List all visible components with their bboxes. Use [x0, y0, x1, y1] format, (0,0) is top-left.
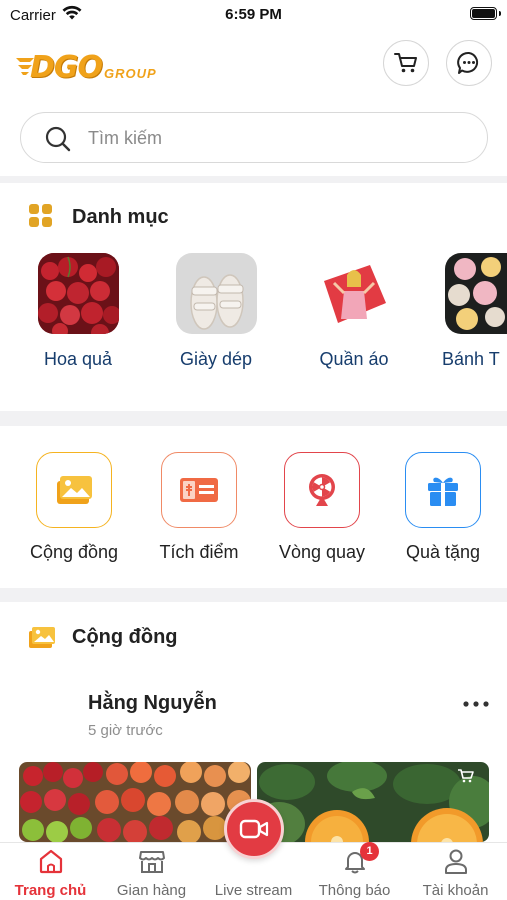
category-label: Quần áo	[319, 349, 389, 369]
notification-badge: 1	[360, 842, 379, 861]
feature-gift[interactable]: Quà tặng	[383, 452, 503, 563]
search-bar[interactable]: Tìm kiếm	[20, 112, 488, 163]
logo-subtext: GROUP	[104, 66, 157, 81]
nav-label: Tài khoản	[422, 882, 489, 899]
shoes-image	[175, 253, 257, 334]
ticket-icon	[180, 478, 218, 502]
search-icon	[45, 126, 71, 152]
cart-icon	[394, 53, 417, 73]
nav-label: Thông báo	[318, 882, 391, 899]
chat-button[interactable]	[446, 40, 492, 86]
video-camera-icon	[239, 819, 269, 839]
gift-button[interactable]	[405, 452, 481, 528]
category-item-clothes[interactable]: Quần áo	[284, 253, 424, 370]
feature-label: Cộng đồng	[29, 542, 119, 562]
category-label: Bánh T	[442, 349, 500, 369]
app-header: DGO GROUP Tìm kiếm	[0, 30, 507, 176]
nav-store[interactable]: Gian hàng	[101, 843, 202, 900]
category-label: Giày dép	[179, 349, 253, 369]
category-item-cake[interactable]: Bánh T	[422, 253, 507, 370]
clock: 6:59 PM	[225, 6, 282, 23]
feature-label: Vòng quay	[278, 542, 366, 562]
store-icon	[139, 851, 165, 873]
category-label: Hoa quả	[43, 349, 113, 369]
lucky-wheel-button[interactable]	[284, 452, 360, 528]
live-stream-button[interactable]	[224, 799, 284, 859]
nav-label: Trang chủ	[14, 882, 87, 899]
community-gallery-icon	[29, 627, 55, 648]
status-bar: Carrier 6:59 PM	[0, 0, 507, 30]
battery-icon	[470, 7, 501, 20]
app-root: Carrier 6:59 PM DGO GROUP Tìm kiếm Danh …	[0, 0, 507, 900]
post-time: 5 giờ trước	[88, 722, 163, 739]
category-item-fruit[interactable]: Hoa quả	[8, 253, 148, 370]
post-photo-oranges[interactable]	[257, 762, 489, 842]
fortune-wheel-icon	[309, 474, 335, 506]
community-button[interactable]	[36, 452, 112, 528]
community-title: Cộng đồng	[72, 626, 178, 648]
logo-text: DGO	[30, 50, 103, 85]
feature-points[interactable]: Tích điểm	[139, 452, 259, 563]
points-button[interactable]	[161, 452, 237, 528]
category-title: Danh mục	[72, 206, 169, 228]
photo-cart-icon[interactable]	[457, 768, 475, 784]
grid-icon	[29, 204, 52, 227]
more-options-icon[interactable]	[462, 700, 490, 708]
nav-label: Live stream	[214, 882, 293, 899]
gallery-icon	[57, 476, 92, 504]
cake-image	[445, 253, 507, 334]
nav-account[interactable]: Tài khoản	[405, 843, 506, 900]
category-item-shoes[interactable]: Giày dép	[146, 253, 286, 370]
fruit-image	[37, 253, 119, 334]
nav-label: Gian hàng	[116, 882, 187, 899]
feature-label: Quà tặng	[405, 542, 481, 562]
search-input[interactable]: Tìm kiếm	[88, 128, 162, 149]
post-author[interactable]: Hằng Nguyễn	[88, 692, 217, 715]
feature-community[interactable]: Cộng đồng	[14, 452, 134, 563]
home-icon	[39, 849, 63, 874]
post-photo-fruits[interactable]	[19, 762, 251, 842]
brand-logo[interactable]: DGO GROUP	[16, 48, 166, 86]
gift-icon	[428, 477, 458, 506]
feature-wheel[interactable]: Vòng quay	[262, 452, 382, 563]
user-icon	[445, 849, 467, 874]
chat-icon	[457, 51, 479, 74]
cart-button[interactable]	[383, 40, 429, 86]
nav-notifications[interactable]: 1 Thông báo	[304, 842, 405, 900]
clothes-image	[313, 253, 395, 334]
nav-home[interactable]: Trang chủ	[0, 843, 101, 900]
feature-label: Tích điểm	[159, 542, 239, 562]
